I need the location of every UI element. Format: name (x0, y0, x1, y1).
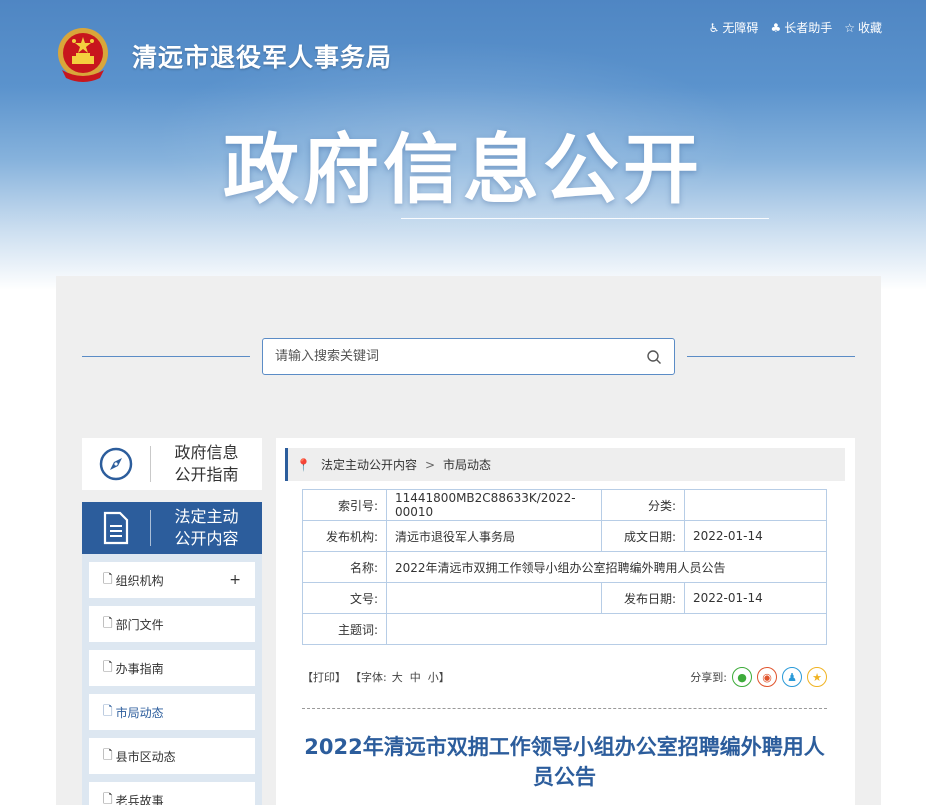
docno-label: 文号: (302, 582, 387, 614)
sidebar-item-label: 办事指南 (115, 661, 164, 676)
sidebar-item-label: 组织机构 (115, 573, 164, 588)
created-date-label: 成文日期: (601, 520, 685, 552)
elder-helper-link[interactable]: ♣ 长者助手 (770, 19, 832, 36)
accessibility-label: 无障碍 (722, 21, 759, 35)
table-row: 发布机构: 清远市退役军人事务局 成文日期: 2022-01-14 (302, 520, 827, 552)
qq-icon[interactable]: ♟ (782, 667, 802, 687)
guide-card-label: 政府信息 公开指南 (174, 443, 239, 484)
name-label: 名称: (302, 551, 387, 583)
top-links: ♿ 无障碍 ♣ 长者助手 ☆ 收藏 (709, 19, 882, 36)
main-card-label: 法定主动 公开内容 (174, 507, 239, 548)
category-label: 分类: (601, 489, 685, 521)
article-tools: 【打印】 【字体: 大 中 小 】 分享到: ● ◉ ♟ ★ (302, 666, 827, 688)
elder-helper-label: 长者助手 (784, 21, 833, 35)
content-divider (302, 708, 827, 709)
breadcrumb-item-main[interactable]: 法定主动公开内容 (321, 456, 417, 473)
publisher-label: 发布机构: (302, 520, 387, 552)
favorite-label: 收藏 (857, 21, 882, 35)
sidebar-item-label: 县市区动态 (115, 749, 176, 764)
meta-table: 索引号: 11441800MB2C88633K/2022-00010 分类: 发… (302, 489, 827, 645)
publisher-value: 清远市退役军人事务局 (386, 520, 602, 552)
hero-title: 政府信息公开 (223, 125, 703, 214)
published-date-value: 2022-01-14 (684, 582, 827, 614)
table-row: 文号: 发布日期: 2022-01-14 (302, 582, 827, 614)
index-label: 索引号: (302, 489, 387, 521)
print-button[interactable]: 【打印】 (302, 669, 346, 685)
sidebar-main-card[interactable]: 法定主动 公开内容 (82, 502, 262, 554)
site-title: 清远市退役军人事务局 (132, 43, 393, 72)
doc-icon: 🗋 (103, 747, 113, 762)
doc-icon: 🗋 (103, 703, 113, 718)
doc-icon: 🗋 (103, 791, 113, 805)
sidebar-item-dept-files[interactable]: 🗋 部门文件 (89, 606, 255, 642)
doc-icon: 🗋 (103, 571, 113, 586)
location-pin-icon: 📍 (296, 457, 311, 472)
font-large-button[interactable]: 大 (392, 669, 403, 685)
qzone-icon[interactable]: ★ (807, 667, 827, 687)
table-row: 索引号: 11441800MB2C88633K/2022-00010 分类: (302, 489, 827, 521)
font-small-button[interactable]: 小 (428, 669, 439, 685)
sidebar-nav: 🗋 组织机构 + 🗋 部门文件 🗋 办事指南 🗋 市局动态 🗋 县市区动态 🗋 … (82, 554, 262, 805)
search-line-right (687, 356, 855, 357)
sidebar-item-bureau-news[interactable]: 🗋 市局动态 (89, 694, 255, 730)
favorite-link[interactable]: ☆ 收藏 (844, 19, 882, 36)
font-size-prefix: 【字体: (350, 671, 387, 684)
compass-icon (99, 447, 133, 481)
main-panel: 政府信息 公开指南 法定主动 公开内容 🗋 组织机构 + 🗋 部门文件 (56, 276, 881, 805)
category-value (684, 489, 827, 521)
subject-label: 主题词: (302, 613, 387, 645)
star-icon: ☆ (844, 20, 855, 35)
hero-divider (401, 218, 769, 219)
sidebar-item-label: 老兵故事 (115, 793, 164, 805)
breadcrumb: 📍 法定主动公开内容 > 市局动态 (285, 448, 845, 481)
doc-icon: 🗋 (103, 615, 113, 630)
share-label: 分享到: (690, 671, 727, 684)
table-row: 名称: 2022年清远市双拥工作领导小组办公室招聘编外聘用人员公告 (302, 551, 827, 583)
index-value: 11441800MB2C88633K/2022-00010 (386, 489, 602, 521)
accessibility-icon: ♿ (708, 20, 720, 35)
share-bar: 分享到: ● ◉ ♟ ★ (690, 667, 827, 687)
font-medium-button[interactable]: 中 (410, 669, 421, 685)
created-date-value: 2022-01-14 (684, 520, 827, 552)
sidebar-guide-card[interactable]: 政府信息 公开指南 (82, 438, 262, 490)
font-size-suffix: 】 (438, 671, 450, 684)
header-banner: 清远市退役军人事务局 ♿ 无障碍 ♣ 长者助手 ☆ 收藏 政府信息公开 (0, 0, 926, 290)
content-area: 📍 法定主动公开内容 > 市局动态 索引号: 11441800MB2C88633… (276, 438, 855, 805)
search-icon[interactable] (646, 349, 662, 365)
breadcrumb-item-current[interactable]: 市局动态 (443, 456, 491, 473)
name-value: 2022年清远市双拥工作领导小组办公室招聘编外聘用人员公告 (386, 551, 827, 583)
article-title: 2022年清远市双拥工作领导小组办公室招聘编外聘用人员公告 (304, 735, 825, 789)
expand-icon[interactable]: + (229, 572, 241, 588)
document-icon (103, 511, 129, 545)
sidebar-item-org[interactable]: 🗋 组织机构 + (89, 562, 255, 598)
search-line-left (82, 356, 250, 357)
search-box (262, 338, 675, 375)
sidebar-item-guide[interactable]: 🗋 办事指南 (89, 650, 255, 686)
wechat-icon[interactable]: ● (732, 667, 752, 687)
elder-helper-icon: ♣ (770, 20, 782, 35)
subject-value (386, 613, 827, 645)
table-row: 主题词: (302, 613, 827, 645)
weibo-icon[interactable]: ◉ (757, 667, 777, 687)
national-emblem-icon (58, 28, 108, 82)
published-date-label: 发布日期: (601, 582, 685, 614)
sidebar-item-county-news[interactable]: 🗋 县市区动态 (89, 738, 255, 774)
breadcrumb-separator: > (424, 457, 436, 472)
sidebar-item-label: 部门文件 (115, 617, 164, 632)
doc-icon: 🗋 (103, 659, 113, 674)
sidebar-item-veteran-stories[interactable]: 🗋 老兵故事 (89, 782, 255, 805)
sidebar-item-label: 市局动态 (115, 705, 164, 720)
docno-value (386, 582, 602, 614)
accessibility-link[interactable]: ♿ 无障碍 (709, 19, 759, 36)
search-input[interactable] (275, 349, 646, 364)
